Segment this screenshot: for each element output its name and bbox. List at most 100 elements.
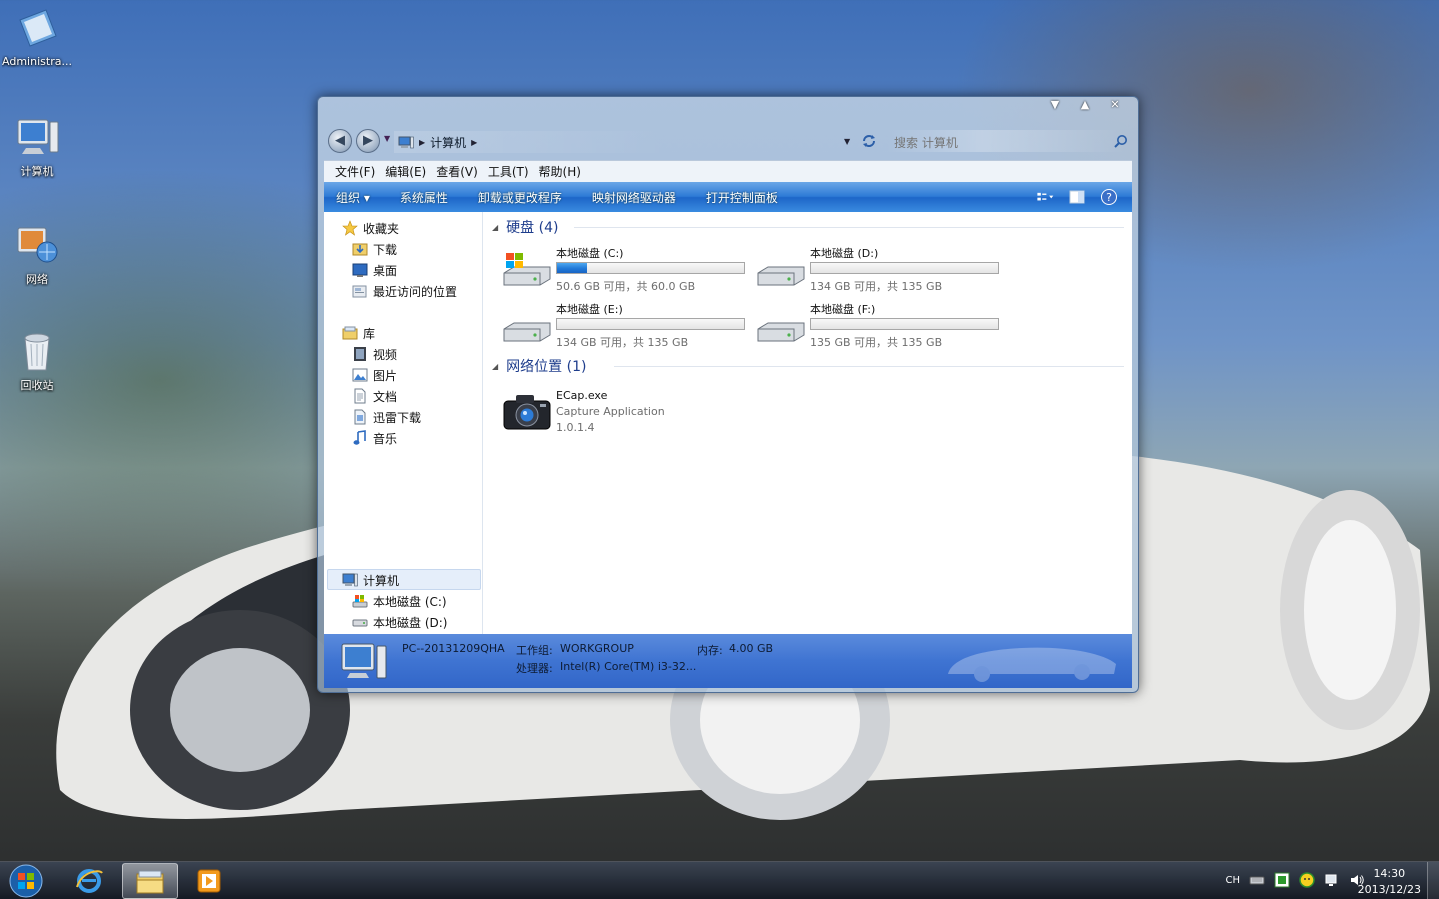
recent-pages-dropdown-icon[interactable]: ▼ xyxy=(384,134,390,143)
nav-computer[interactable]: 计算机 xyxy=(342,570,399,590)
refresh-icon[interactable] xyxy=(860,133,878,149)
collapse-triangle-icon[interactable]: ◢ xyxy=(492,223,498,232)
nav-libraries[interactable]: 库 xyxy=(342,323,375,343)
command-bar: 组织 ▾ 系统属性 卸载或更改程序 映射网络驱动器 打开控制面板 ? xyxy=(324,182,1132,212)
drive-free-space: 134 GB 可用，共 135 GB xyxy=(810,280,943,293)
nav-item-desktop[interactable]: 桌面 xyxy=(352,260,397,280)
nav-label: 视频 xyxy=(373,347,398,362)
forward-button[interactable]: ▶ xyxy=(356,129,380,153)
close-button[interactable]: ✕ xyxy=(1106,98,1124,112)
show-desktop-button[interactable] xyxy=(1427,862,1439,899)
nav-favorites[interactable]: 收藏夹 xyxy=(342,218,399,238)
details-pane: PC--20131209QHA 工作组: WORKGROUP 内存: 4.00 … xyxy=(324,634,1132,688)
network-device-ecap[interactable]: ECap.exe Capture Application 1.0.1.4 xyxy=(502,389,802,439)
desktop-icon-recycle-bin[interactable]: 回收站 xyxy=(2,328,72,393)
document-icon xyxy=(354,388,366,404)
hard-drive-icon xyxy=(757,266,805,286)
taskbar-internet-explorer[interactable] xyxy=(62,863,118,899)
back-button[interactable]: ◀ xyxy=(328,129,352,153)
help-icon[interactable]: ? xyxy=(1100,188,1118,206)
breadcrumb-separator-icon[interactable]: ▶ xyxy=(471,138,477,147)
desktop-icon-computer[interactable]: 计算机 xyxy=(2,114,72,179)
group-header-hard-disks[interactable]: ◢ 硬盘 (4) xyxy=(492,217,558,237)
hard-drive-icon xyxy=(503,322,551,342)
system-tray: CH xyxy=(1225,872,1365,888)
search-input[interactable] xyxy=(886,130,1126,152)
security-center-icon[interactable] xyxy=(1274,872,1290,888)
hard-drive-icon xyxy=(757,322,805,342)
caption-buttons: ▼ ▲ ✕ xyxy=(1046,98,1124,112)
desktop-icon xyxy=(352,263,368,277)
nav-label: 桌面 xyxy=(373,263,398,278)
pc-name: PC--20131209QHA xyxy=(402,642,505,655)
drive-f[interactable]: 本地磁盘 (F:) 135 GB 可用，共 135 GB xyxy=(756,301,1006,351)
memory-value: 4.00 GB xyxy=(729,642,774,655)
device-description: Capture Application xyxy=(556,405,665,418)
taskbar-media-player[interactable] xyxy=(182,863,238,899)
language-indicator[interactable]: CH xyxy=(1225,875,1240,886)
drive-usage-bar xyxy=(556,318,745,330)
keyboard-icon[interactable] xyxy=(1249,872,1265,888)
smiley-app-icon[interactable] xyxy=(1299,872,1315,888)
minimize-button[interactable]: ▼ xyxy=(1046,98,1064,112)
nav-item-videos[interactable]: 视频 xyxy=(352,344,397,364)
address-bar[interactable]: ▶ 计算机 ▶ xyxy=(394,131,854,153)
nav-item-recent-places[interactable]: 最近访问的位置 xyxy=(352,281,457,301)
search-icon[interactable] xyxy=(1114,134,1128,148)
menu-help[interactable]: 帮助(H) xyxy=(534,163,586,180)
download-library-icon xyxy=(354,409,366,425)
computer-icon xyxy=(398,136,414,148)
group-divider xyxy=(614,366,1124,367)
preview-pane-icon[interactable] xyxy=(1068,188,1086,206)
drive-free-space: 135 GB 可用，共 135 GB xyxy=(810,336,943,349)
menu-view[interactable]: 查看(V) xyxy=(431,163,483,180)
computer-icon xyxy=(342,573,358,587)
breadcrumb-computer[interactable]: 计算机 xyxy=(430,134,466,151)
recycle-bin-icon xyxy=(24,333,50,371)
breadcrumb-separator-icon[interactable]: ▶ xyxy=(419,138,425,147)
media-player-icon xyxy=(197,869,221,893)
nav-item-downloads[interactable]: 下载 xyxy=(352,239,397,259)
organize-button[interactable]: 组织 ▾ xyxy=(336,189,370,206)
drive-e[interactable]: 本地磁盘 (E:) 134 GB 可用，共 135 GB xyxy=(502,301,752,351)
desktop-icon-administrator[interactable]: Administra... xyxy=(2,6,72,68)
nav-item-pictures[interactable]: 图片 xyxy=(352,365,397,385)
drive-d[interactable]: 本地磁盘 (D:) 134 GB 可用，共 135 GB xyxy=(756,245,1006,295)
view-options-icon[interactable] xyxy=(1036,188,1054,206)
nav-item-drive-d[interactable]: 本地磁盘 (D:) xyxy=(352,612,447,632)
system-properties-button[interactable]: 系统属性 xyxy=(400,189,448,206)
nav-label: 计算机 xyxy=(363,573,400,588)
open-control-panel-button[interactable]: 打开控制面板 xyxy=(706,189,778,206)
group-title: 硬盘 (4) xyxy=(506,220,559,236)
group-header-network-locations[interactable]: ◢ 网络位置 (1) xyxy=(492,356,586,376)
collapse-triangle-icon[interactable]: ◢ xyxy=(492,362,498,371)
menu-edit[interactable]: 编辑(E) xyxy=(380,163,431,180)
download-folder-icon xyxy=(352,243,368,256)
nav-item-drive-c[interactable]: 本地磁盘 (C:) xyxy=(352,591,447,611)
nav-item-thunder-downloads[interactable]: 迅雷下载 xyxy=(352,407,421,427)
drive-name: 本地磁盘 (D:) xyxy=(810,247,879,260)
drive-c[interactable]: 本地磁盘 (C:) 50.6 GB 可用，共 60.0 GB xyxy=(502,245,752,295)
desktop-icon-label: 计算机 xyxy=(20,165,54,178)
nav-item-documents[interactable]: 文档 xyxy=(352,386,397,406)
desktop-icon-label: Administra... xyxy=(2,55,72,68)
start-button-icon[interactable] xyxy=(6,863,46,899)
maximize-button[interactable]: ▲ xyxy=(1076,98,1094,112)
explorer-window[interactable]: ▼ ▲ ✕ ◀ ▶ ▼ ▶ 计算机 ▶ ▼ 搜索 计算机 文件(F) 编辑(E)… xyxy=(317,96,1139,693)
uninstall-program-button[interactable]: 卸载或更改程序 xyxy=(478,189,562,206)
network-status-icon[interactable] xyxy=(1324,872,1340,888)
menu-file[interactable]: 文件(F) xyxy=(330,163,380,180)
cpu-value: Intel(R) Core(TM) i3-32... xyxy=(560,660,697,673)
taskbar-windows-explorer[interactable] xyxy=(122,863,178,899)
clock[interactable]: 14:30 2013/12/23 xyxy=(1358,866,1421,898)
nav-item-music[interactable]: 音乐 xyxy=(352,428,397,448)
car-watermark-image xyxy=(948,647,1116,682)
map-network-drive-button[interactable]: 映射网络驱动器 xyxy=(592,189,676,206)
address-history-dropdown-icon[interactable]: ▼ xyxy=(844,137,850,146)
music-icon xyxy=(353,430,366,445)
drive-usage-bar xyxy=(810,318,999,330)
desktop-icon-network[interactable]: 网络 xyxy=(2,222,72,287)
menu-tools[interactable]: 工具(T) xyxy=(483,163,534,180)
camera-icon xyxy=(503,395,551,430)
drive-usage-bar xyxy=(556,262,745,274)
